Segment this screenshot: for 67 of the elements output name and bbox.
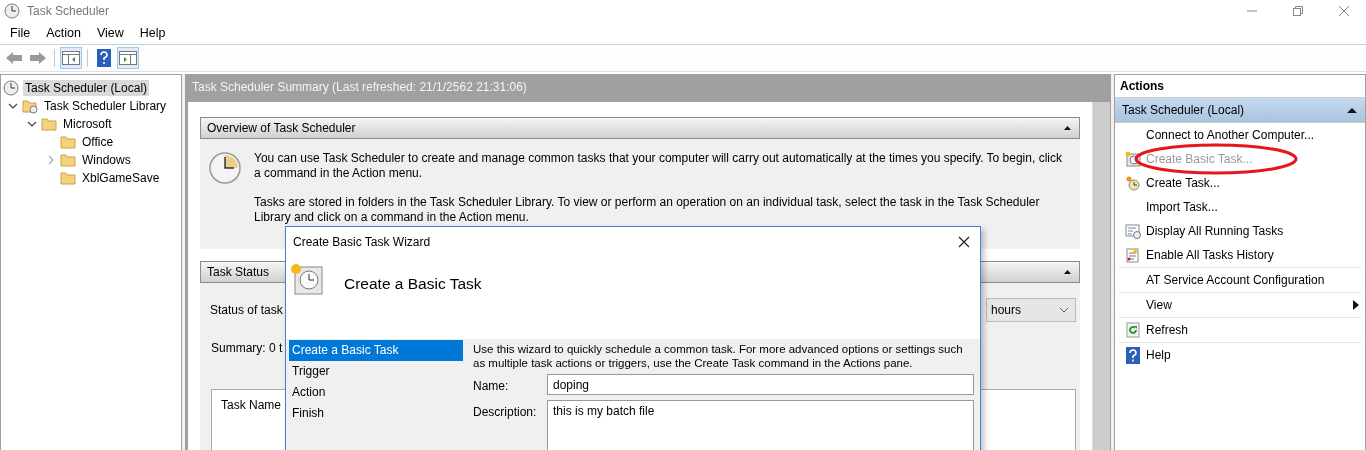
action-item[interactable]: Display All Running Tasks	[1146, 224, 1284, 238]
wizard-step[interactable]: Trigger	[289, 361, 463, 382]
tree-item[interactable]: Windows	[80, 152, 133, 168]
window-title: Task Scheduler	[27, 4, 110, 18]
chevron-icon	[1059, 307, 1069, 313]
wizard-step[interactable]: Finish	[289, 403, 463, 424]
action-item[interactable]: Connect to Another Computer...	[1146, 128, 1315, 142]
close-icon[interactable]	[958, 236, 970, 248]
folder-icon	[60, 134, 76, 150]
section-header[interactable]: Overview of Task Scheduler	[200, 117, 1080, 139]
chevron-icon[interactable]	[8, 101, 18, 111]
description-field[interactable]: this is my batch file	[547, 400, 974, 450]
summary-header: Task Scheduler Summary (Last refreshed: 21/1/2562 21:31:06)	[188, 75, 1110, 102]
tree-item[interactable]: Task Scheduler Library	[42, 98, 169, 114]
console-tree-button[interactable]	[60, 47, 82, 69]
folder-clock-icon	[22, 98, 38, 114]
clock-icon	[4, 3, 20, 19]
dialog-title: Create Basic Task Wizard	[293, 235, 431, 249]
action-item[interactable]: Enable All Tasks History	[1146, 248, 1274, 262]
tree-item[interactable]: Office	[80, 134, 116, 150]
name-field[interactable]: doping	[547, 374, 974, 395]
clock-icon	[3, 80, 19, 96]
collapse-icon[interactable]	[1064, 270, 1071, 274]
menu-item[interactable]: Action	[40, 26, 87, 40]
collapse-icon	[1347, 107, 1357, 113]
action-item[interactable]: View	[1146, 298, 1172, 312]
action-item[interactable]: Create Task...	[1146, 176, 1220, 190]
scrollbar[interactable]	[1092, 102, 1110, 450]
clock-icon	[290, 263, 324, 295]
action-item[interactable]: Import Task...	[1146, 200, 1218, 214]
name-label: Name:	[473, 378, 510, 393]
status-label: Status of task	[210, 303, 283, 317]
action-pane-button[interactable]	[117, 47, 139, 69]
collapse-icon[interactable]	[1064, 126, 1071, 130]
column-header[interactable]: Task Name	[220, 398, 282, 412]
overview-text: You can use Task Scheduler to create and manage common tasks that your computer will carry out automatically at the times you specify. To begin, click a command in the Action menu.	[254, 151, 1063, 181]
intro-text: Use this wizard to quickly schedule a common task. For more advanced options or settings such as multiple task actions or triggers, use the Create Task command in the Actions pane.	[473, 342, 964, 370]
submenu-arrow-icon	[1353, 300, 1359, 310]
tree-item[interactable]: XblGameSave	[80, 170, 162, 186]
action-item[interactable]: AT Service Account Configuration	[1146, 273, 1325, 287]
action-item[interactable]: Help	[1146, 348, 1171, 362]
folder-icon	[60, 152, 76, 168]
menu-item[interactable]: Help	[133, 26, 172, 40]
folder-icon	[60, 170, 76, 186]
restore-icon[interactable]	[1292, 5, 1304, 17]
summary-text: Summary: 0 t	[211, 341, 283, 355]
clock-icon	[1124, 175, 1141, 191]
tree-item[interactable]: Task Scheduler (Local)	[23, 80, 150, 96]
description-label: Description:	[473, 404, 538, 419]
clock-icon	[208, 151, 242, 185]
tree-item[interactable]: Microsoft	[61, 116, 114, 132]
overview-text: Tasks are stored in folders in the Task Scheduler Library. To view or perform an operation on an individual task, select the task in the Task Scheduler Library and click on a command in the Action menu.	[254, 195, 1041, 225]
wizard-step[interactable]: Action	[289, 382, 463, 403]
menu-item[interactable]: File	[4, 26, 37, 40]
list-clock-icon	[1124, 223, 1141, 239]
menu-item[interactable]: View	[90, 26, 130, 40]
chevron-icon[interactable]	[27, 119, 37, 129]
actions-section-header[interactable]: Task Scheduler (Local)	[1115, 98, 1365, 123]
clock-icon	[1124, 151, 1141, 167]
folder-icon	[41, 116, 57, 132]
wizard-step[interactable]: Create a Basic Task	[289, 340, 463, 361]
action-item[interactable]: Refresh	[1146, 323, 1189, 337]
help-icon	[1125, 346, 1140, 364]
notepad-icon	[1124, 247, 1141, 263]
refresh-icon	[1124, 322, 1141, 338]
dialog-heading: Create a Basic Task	[344, 275, 482, 293]
period-dropdown[interactable]: hours	[986, 298, 1076, 322]
